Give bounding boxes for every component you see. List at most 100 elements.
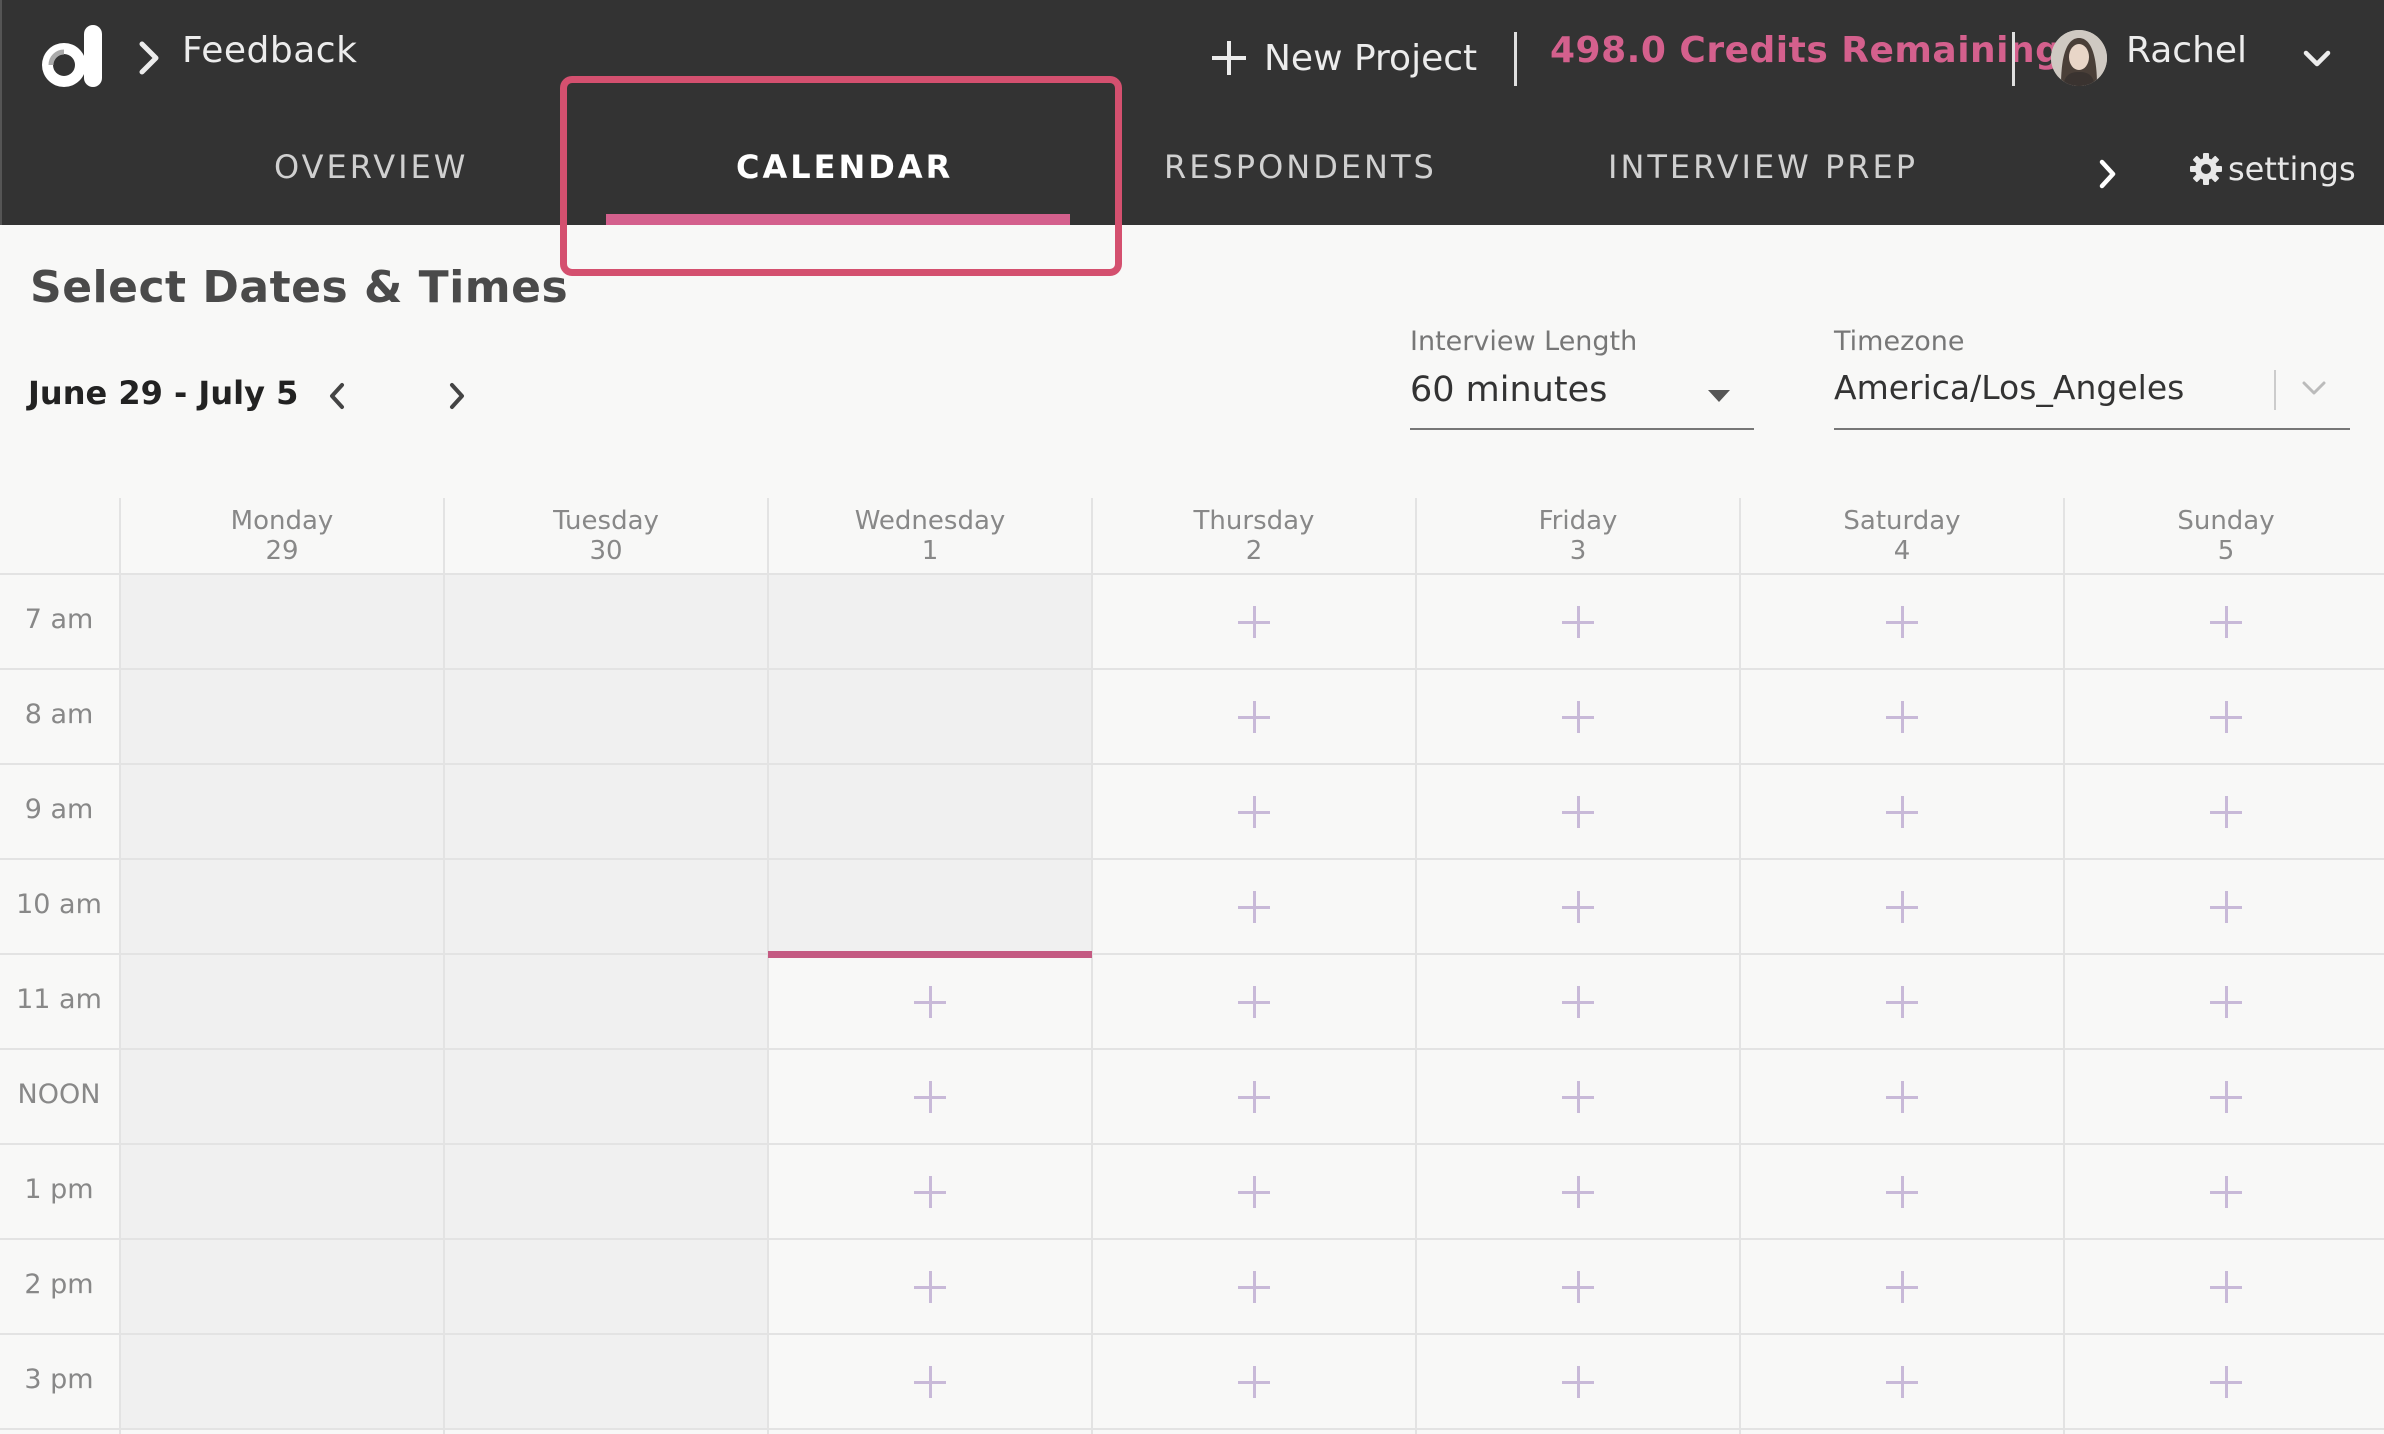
add-slot-plus-icon[interactable] (1238, 1270, 1270, 1303)
time-slot-cell[interactable] (2064, 1239, 2384, 1334)
time-slot-cell[interactable] (768, 1334, 1092, 1429)
time-slot-cell[interactable] (768, 1144, 1092, 1239)
add-slot-plus-icon[interactable] (1238, 1365, 1270, 1398)
add-slot-plus-icon[interactable] (914, 985, 946, 1018)
add-slot-plus-icon[interactable] (1238, 795, 1270, 828)
add-slot-plus-icon[interactable] (1886, 1365, 1918, 1398)
time-slot-cell[interactable] (1740, 1144, 2064, 1239)
add-slot-plus-icon[interactable] (914, 1365, 946, 1398)
time-slot-cell[interactable] (1740, 859, 2064, 954)
time-slot-cell[interactable] (768, 1049, 1092, 1144)
add-slot-plus-icon[interactable] (914, 1270, 946, 1303)
add-slot-plus-icon[interactable] (1886, 795, 1918, 828)
add-slot-plus-icon[interactable] (1886, 890, 1918, 923)
add-slot-plus-icon[interactable] (1562, 1175, 1594, 1208)
add-slot-plus-icon[interactable] (2210, 1365, 2242, 1398)
time-slot-cell[interactable] (1092, 1239, 1416, 1334)
add-slot-plus-icon[interactable] (2210, 1175, 2242, 1208)
d-logo-icon[interactable] (34, 23, 106, 95)
add-slot-plus-icon[interactable] (1562, 890, 1594, 923)
add-slot-plus-icon[interactable] (1562, 985, 1594, 1018)
user-avatar[interactable] (2051, 30, 2107, 86)
add-slot-plus-icon[interactable] (1238, 985, 1270, 1018)
tab-overview[interactable]: OVERVIEW (274, 148, 468, 186)
time-slot-cell[interactable] (2064, 574, 2384, 669)
add-slot-plus-icon[interactable] (1238, 890, 1270, 923)
time-slot-cell[interactable] (1740, 669, 2064, 764)
add-slot-plus-icon[interactable] (2210, 890, 2242, 923)
add-slot-plus-icon[interactable] (1886, 700, 1918, 733)
time-slot-cell[interactable] (2064, 1144, 2384, 1239)
time-slot-cell[interactable] (1092, 859, 1416, 954)
time-slot-cell[interactable] (1740, 954, 2064, 1049)
add-slot-plus-icon[interactable] (2210, 1080, 2242, 1113)
chevron-right-icon (139, 41, 159, 75)
add-slot-plus-icon[interactable] (1238, 1175, 1270, 1208)
settings-button[interactable]: settings (2188, 150, 2356, 188)
time-slot-cell[interactable] (2064, 1334, 2384, 1429)
time-slot-cell[interactable] (1416, 1049, 1740, 1144)
time-slot-cell[interactable] (2064, 859, 2384, 954)
time-slot-cell[interactable] (1092, 954, 1416, 1049)
chevron-right-icon[interactable] (446, 380, 468, 412)
time-slot-cell[interactable] (768, 1239, 1092, 1334)
day-name: Wednesday (854, 506, 1006, 536)
time-slot-cell[interactable] (1740, 1334, 2064, 1429)
time-slot-cell[interactable] (1092, 1049, 1416, 1144)
add-slot-plus-icon[interactable] (1562, 605, 1594, 638)
add-slot-plus-icon[interactable] (1886, 985, 1918, 1018)
chevron-down-icon[interactable] (2302, 48, 2332, 70)
time-slot-cell[interactable] (1740, 1049, 2064, 1144)
time-slot-cell[interactable] (1740, 574, 2064, 669)
add-slot-plus-icon[interactable] (914, 1080, 946, 1113)
time-slot-cell[interactable] (1416, 859, 1740, 954)
add-slot-plus-icon[interactable] (914, 1175, 946, 1208)
time-slot-cell[interactable] (1416, 1239, 1740, 1334)
time-slot-cell[interactable] (2064, 764, 2384, 859)
interview-length-select[interactable]: 60 minutes (1410, 364, 1754, 430)
time-slot-cell[interactable] (2064, 669, 2384, 764)
chevron-left-icon[interactable] (326, 380, 348, 412)
time-slot-cell[interactable] (1416, 1144, 1740, 1239)
time-slot-cell[interactable] (1092, 574, 1416, 669)
add-slot-plus-icon[interactable] (2210, 985, 2242, 1018)
add-slot-plus-icon[interactable] (2210, 1270, 2242, 1303)
timezone-select[interactable]: America/Los_Angeles (1834, 364, 2350, 430)
time-slot-cell[interactable] (1092, 669, 1416, 764)
add-slot-plus-icon[interactable] (1238, 605, 1270, 638)
time-slot-cell[interactable] (1416, 1334, 1740, 1429)
time-slot-cell[interactable] (1416, 764, 1740, 859)
add-slot-plus-icon[interactable] (1886, 605, 1918, 638)
time-slot-cell[interactable] (1092, 1144, 1416, 1239)
credits-remaining[interactable]: 498.0 Credits Remaining (1550, 30, 2061, 71)
time-slot-cell[interactable] (2064, 1049, 2384, 1144)
add-slot-plus-icon[interactable] (1886, 1175, 1918, 1208)
time-slot-cell[interactable] (1740, 764, 2064, 859)
add-slot-plus-icon[interactable] (1886, 1270, 1918, 1303)
add-slot-plus-icon[interactable] (2210, 795, 2242, 828)
add-slot-plus-icon[interactable] (2210, 700, 2242, 733)
new-project-button[interactable]: New Project (1212, 30, 1477, 86)
time-slot-cell[interactable] (1416, 669, 1740, 764)
time-slot-cell[interactable] (1416, 954, 1740, 1049)
add-slot-plus-icon[interactable] (1562, 1270, 1594, 1303)
tab-respondents[interactable]: RESPONDENTS (1164, 148, 1437, 186)
user-name[interactable]: Rachel (2126, 30, 2247, 71)
time-slot-cell[interactable] (1092, 764, 1416, 859)
time-slot-cell[interactable] (1416, 574, 1740, 669)
tab-interview-prep[interactable]: INTERVIEW PREP (1608, 148, 1918, 186)
time-slot-cell[interactable] (1740, 1239, 2064, 1334)
add-slot-plus-icon[interactable] (2210, 605, 2242, 638)
add-slot-plus-icon[interactable] (1562, 795, 1594, 828)
add-slot-plus-icon[interactable] (1562, 1365, 1594, 1398)
add-slot-plus-icon[interactable] (1238, 700, 1270, 733)
add-slot-plus-icon[interactable] (1562, 700, 1594, 733)
breadcrumb-project[interactable]: Feedback (182, 30, 357, 71)
add-slot-plus-icon[interactable] (1562, 1080, 1594, 1113)
add-slot-plus-icon[interactable] (1886, 1080, 1918, 1113)
time-slot-cell[interactable] (2064, 954, 2384, 1049)
time-slot-cell[interactable] (1092, 1334, 1416, 1429)
add-slot-plus-icon[interactable] (1238, 1080, 1270, 1113)
time-slot-cell[interactable] (768, 954, 1092, 1049)
chevron-right-icon[interactable] (2097, 156, 2119, 192)
